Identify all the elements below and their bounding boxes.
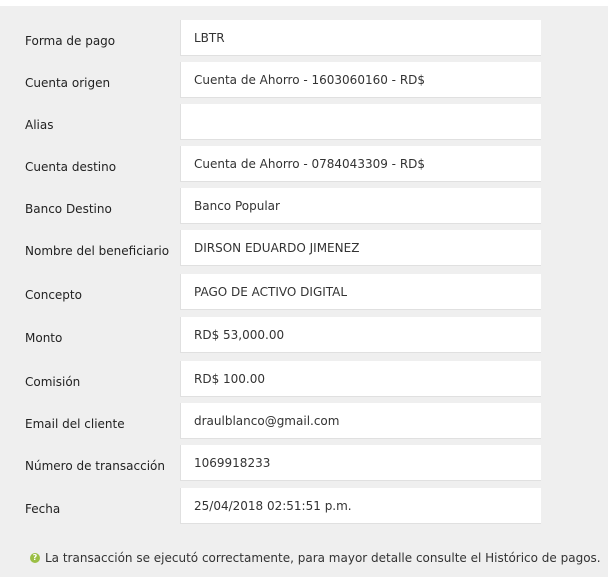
field-row-comision: Comisión RD$ 100.00 [0, 361, 608, 403]
field-value-box: PAGO DE ACTIVO DIGITAL [180, 274, 541, 310]
field-value: Cuenta de Ahorro - 1603060160 - RD$ [194, 73, 426, 87]
field-value: RD$ 100.00 [194, 372, 266, 386]
field-row-monto: Monto RD$ 53,000.00 [0, 317, 608, 359]
field-value-box: draulblanco@gmail.com [180, 403, 541, 439]
question-circle-icon: ? [30, 552, 40, 563]
field-label: Nombre del beneficiario [25, 244, 170, 258]
field-label: Fecha [25, 502, 61, 516]
transaction-details-panel: Forma de pago LBTR Cuenta origen Cuenta … [0, 6, 608, 577]
field-label: Cuenta destino [25, 160, 117, 174]
field-value: LBTR [194, 31, 225, 45]
field-row-numero-transaccion: Número de transacción 1069918233 [0, 445, 608, 487]
field-label: Forma de pago [25, 34, 116, 48]
field-value: PAGO DE ACTIVO DIGITAL [194, 285, 348, 299]
field-value: DIRSON EDUARDO JIMENEZ [194, 241, 360, 255]
field-value: 1069918233 [194, 456, 271, 470]
field-value-box: LBTR [180, 20, 541, 56]
field-label: Banco Destino [25, 202, 112, 216]
field-row-fecha: Fecha 25/04/2018 02:51:51 p.m. [0, 488, 608, 530]
field-value: RD$ 53,000.00 [194, 328, 285, 342]
field-value-box: RD$ 100.00 [180, 361, 541, 397]
field-row-banco-destino: Banco Destino Banco Popular [0, 188, 608, 230]
field-label: Monto [25, 331, 63, 345]
success-message-text: La transacción se ejecutó correctamente,… [45, 551, 601, 565]
field-row-alias: Alias [0, 104, 608, 146]
success-message: ? La transacción se ejecutó correctamente… [30, 548, 601, 568]
field-value: 25/04/2018 02:51:51 p.m. [194, 499, 352, 513]
field-row-email: Email del cliente draulblanco@gmail.com [0, 403, 608, 445]
field-value-box: Cuenta de Ahorro - 0784043309 - RD$ [180, 146, 541, 182]
field-value-box: DIRSON EDUARDO JIMENEZ [180, 230, 541, 266]
field-value-box: 1069918233 [180, 445, 541, 481]
field-row-concepto: Concepto PAGO DE ACTIVO DIGITAL [0, 274, 608, 316]
field-row-nombre-beneficiario: Nombre del beneficiario DIRSON EDUARDO J… [0, 230, 608, 272]
field-label: Cuenta origen [25, 76, 111, 90]
field-label: Email del cliente [25, 417, 125, 431]
field-label: Comisión [25, 375, 81, 389]
field-value-box: Cuenta de Ahorro - 1603060160 - RD$ [180, 62, 541, 98]
field-value-box: Banco Popular [180, 188, 541, 224]
field-value: draulblanco@gmail.com [194, 414, 340, 428]
field-value: Cuenta de Ahorro - 0784043309 - RD$ [194, 157, 426, 171]
field-value-box: RD$ 53,000.00 [180, 317, 541, 353]
field-label: Concepto [25, 288, 82, 302]
field-label: Alias [25, 118, 54, 132]
field-value-box: 25/04/2018 02:51:51 p.m. [180, 488, 541, 524]
field-row-cuenta-origen: Cuenta origen Cuenta de Ahorro - 1603060… [0, 62, 608, 104]
field-label: Número de transacción [25, 459, 165, 473]
field-value-box [180, 104, 541, 140]
field-value: Banco Popular [194, 199, 280, 213]
field-row-forma-de-pago: Forma de pago LBTR [0, 20, 608, 62]
field-row-cuenta-destino: Cuenta destino Cuenta de Ahorro - 078404… [0, 146, 608, 188]
